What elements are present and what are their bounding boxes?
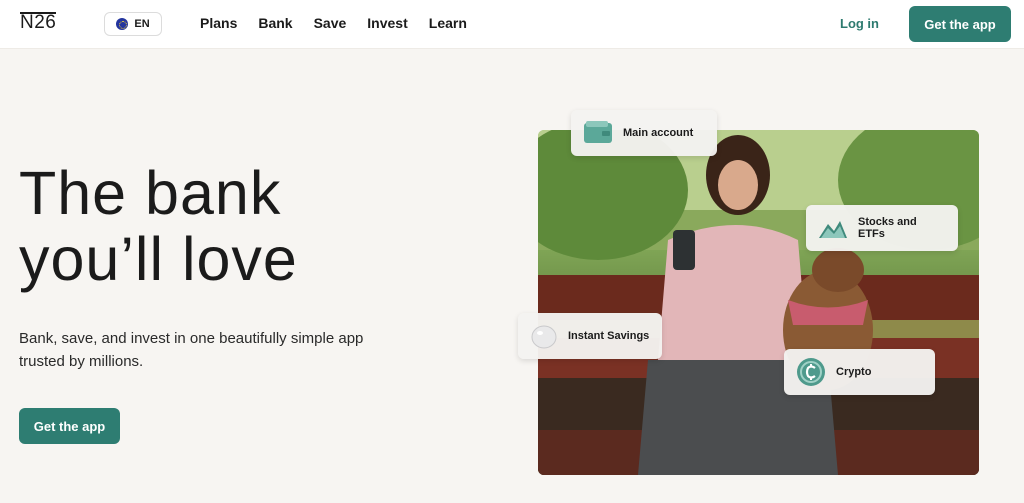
hero-subtitle: Bank, save, and invest in one beautifull… xyxy=(19,330,364,370)
hero-photo-illustration xyxy=(538,130,979,475)
main-account-card: Main account xyxy=(571,110,717,156)
language-selector[interactable]: EN xyxy=(104,12,162,36)
mountain-chart-icon xyxy=(819,221,847,238)
savings-label: Instant Savings xyxy=(568,330,650,342)
nav-item-bank[interactable]: Bank xyxy=(258,15,292,31)
n26-logo[interactable]: N26 xyxy=(20,12,57,34)
hero-photo xyxy=(538,130,979,475)
globe-flag-icon xyxy=(116,18,129,30)
crypto-label: Crypto xyxy=(836,366,872,378)
main-account-label: Main account xyxy=(623,127,694,139)
hero-title-line-1: The bank xyxy=(19,159,282,227)
savings-card: Instant Savings xyxy=(518,313,662,359)
piggy-bank-icon xyxy=(531,325,557,349)
coin-icon xyxy=(797,358,825,386)
main-nav: Plans Bank Save Invest Learn xyxy=(200,15,488,31)
stocks-card: Stocks and ETFs xyxy=(806,205,958,251)
wallet-icon xyxy=(584,121,612,143)
nav-item-save[interactable]: Save xyxy=(314,15,347,31)
get-app-button-hero[interactable]: Get the app xyxy=(19,408,120,444)
nav-item-invest[interactable]: Invest xyxy=(367,15,407,31)
nav-item-learn[interactable]: Learn xyxy=(429,15,467,31)
get-app-button-header[interactable]: Get the app xyxy=(909,6,1011,42)
site-header: N26 EN Plans Bank Save Invest Learn Log … xyxy=(0,0,1024,49)
hero-title-line-2: you’ll love xyxy=(19,225,298,293)
crypto-card: Crypto xyxy=(784,349,935,395)
hero-title: The bank you’ll love xyxy=(19,160,499,292)
language-label: EN xyxy=(134,18,150,30)
nav-item-plans[interactable]: Plans xyxy=(200,15,237,31)
login-link[interactable]: Log in xyxy=(840,16,879,31)
stocks-label: Stocks and ETFs xyxy=(858,216,917,240)
